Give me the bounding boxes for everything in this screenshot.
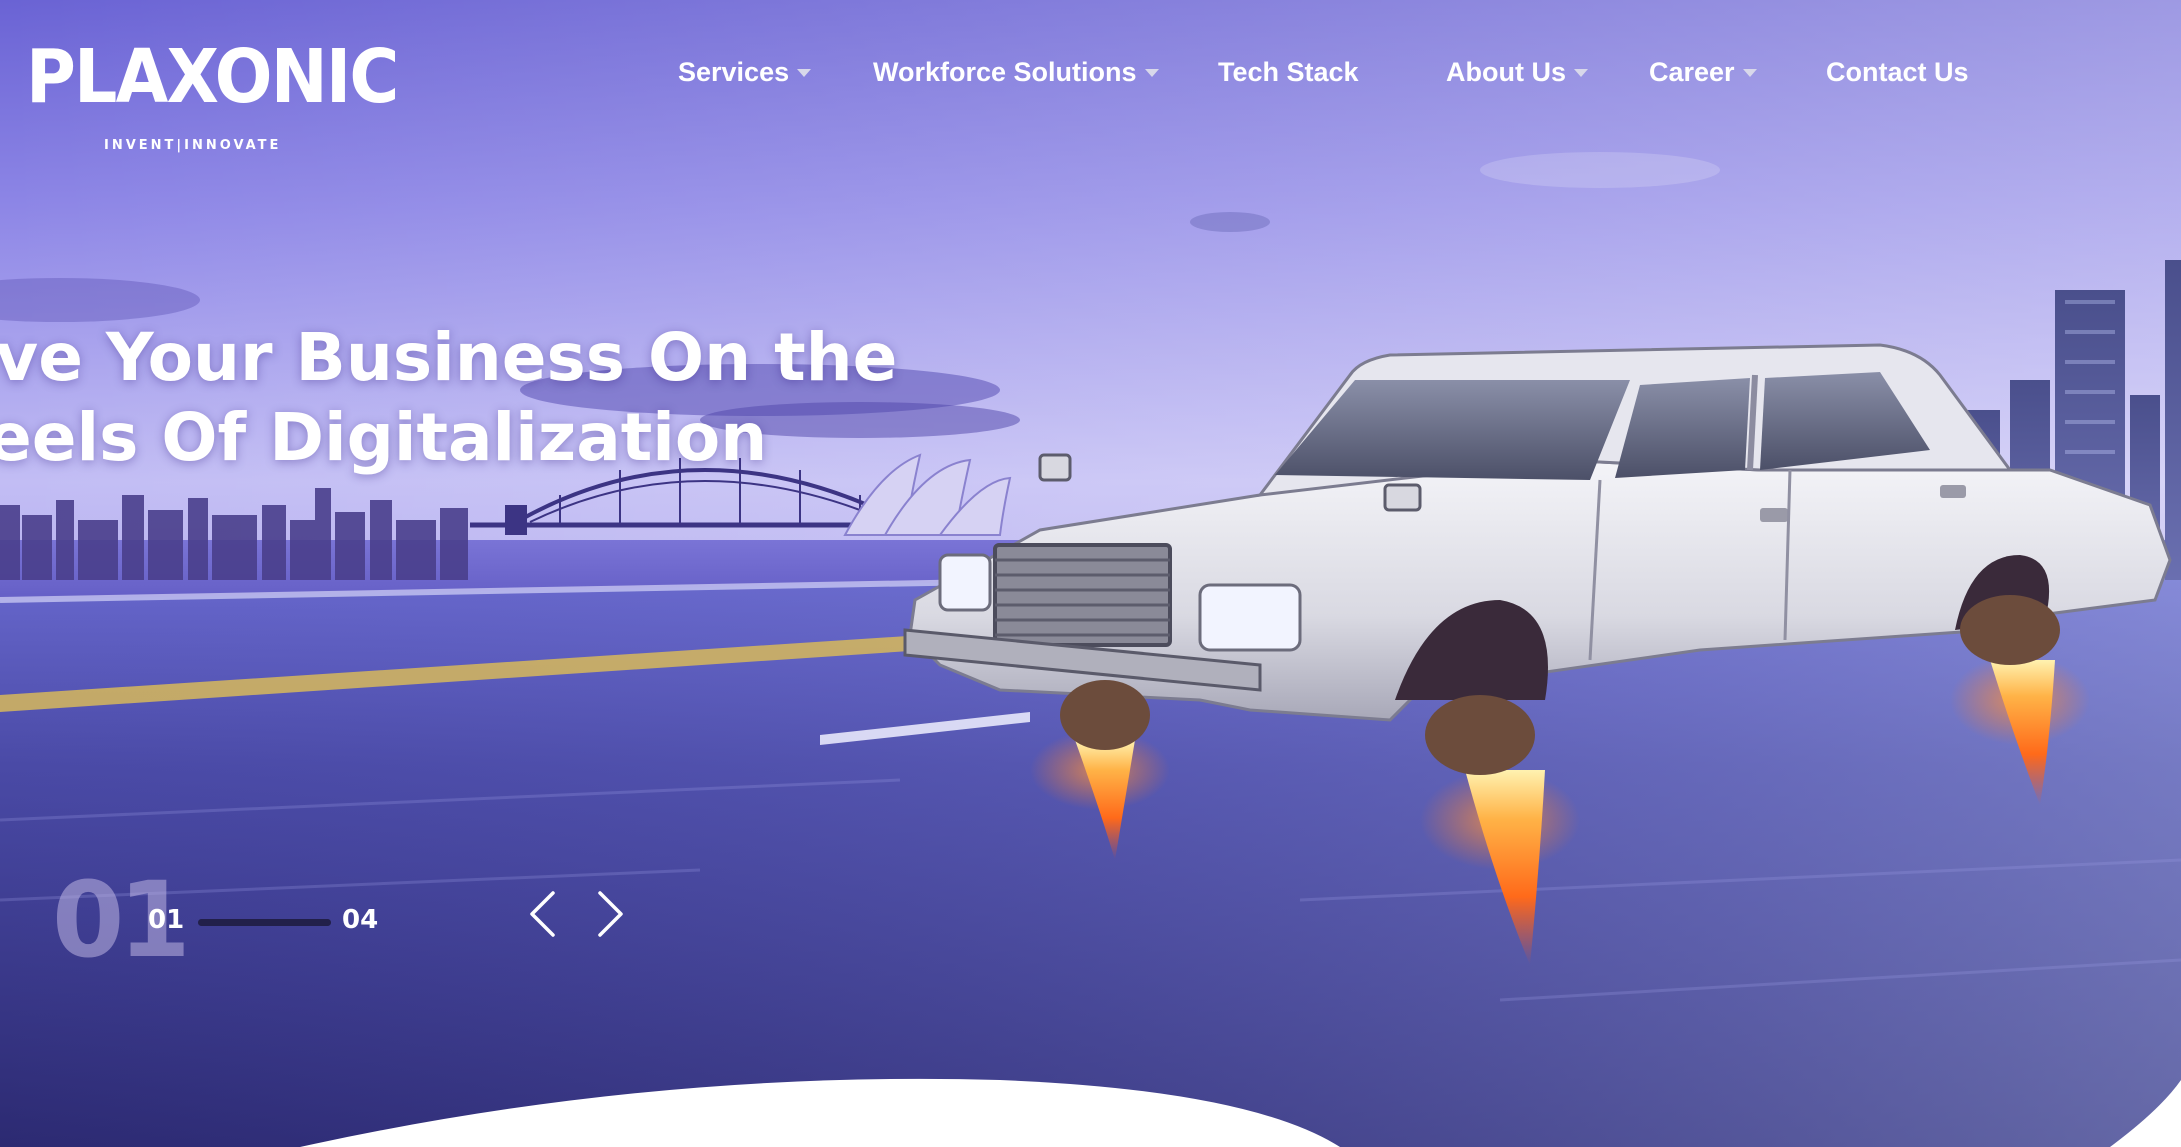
nav-item-label: Tech Stack [1218, 56, 1359, 87]
brand-name: PLAXONIC [26, 34, 399, 120]
nav-item-workforce-solutions[interactable]: Workforce Solutions [873, 52, 1159, 92]
caret-down-icon [797, 69, 812, 77]
site-header: PLAXONIC INVENT|INNOVATE Services Workfo… [0, 0, 2181, 153]
nav-item-career[interactable]: Career [1649, 52, 1757, 92]
chevron-right-icon [598, 891, 623, 937]
hero-background [0, 0, 2181, 1147]
nav-item-contact-us[interactable]: Contact Us [1826, 52, 1969, 92]
nav-item-label: Contact Us [1826, 56, 1969, 87]
caret-down-icon [1144, 69, 1159, 77]
brand-tagline: INVENT|INNOVATE [104, 138, 282, 153]
slide-total-number: 04 [342, 905, 379, 935]
caret-down-icon [1573, 69, 1588, 77]
nav-item-services[interactable]: Services [678, 52, 812, 92]
nav-item-label: Career [1649, 56, 1735, 87]
chevron-left-icon [530, 891, 555, 937]
hero-headline: rive Your Business On the heels Of Digit… [0, 318, 897, 478]
hero-headline-line-1: rive Your Business On the [0, 319, 898, 396]
prev-slide-button[interactable] [517, 886, 567, 942]
caret-down-icon [1742, 69, 1757, 77]
nav-item-label: About Us [1446, 56, 1566, 87]
nav-item-label: Workforce Solutions [873, 56, 1137, 87]
brand-logo[interactable]: PLAXONIC INVENT|INNOVATE [26, 22, 399, 153]
slide-current-number: 01 [148, 905, 185, 935]
hero-headline-line-2: heels Of Digitalization [0, 399, 768, 476]
nav-item-about-us[interactable]: About Us [1446, 52, 1588, 92]
slide-progress-fill [198, 919, 331, 926]
nav-item-tech-stack[interactable]: Tech Stack [1218, 52, 1359, 92]
next-slide-button[interactable] [586, 886, 636, 942]
nav-item-label: Services [678, 56, 790, 87]
slide-progress-track [198, 919, 331, 926]
